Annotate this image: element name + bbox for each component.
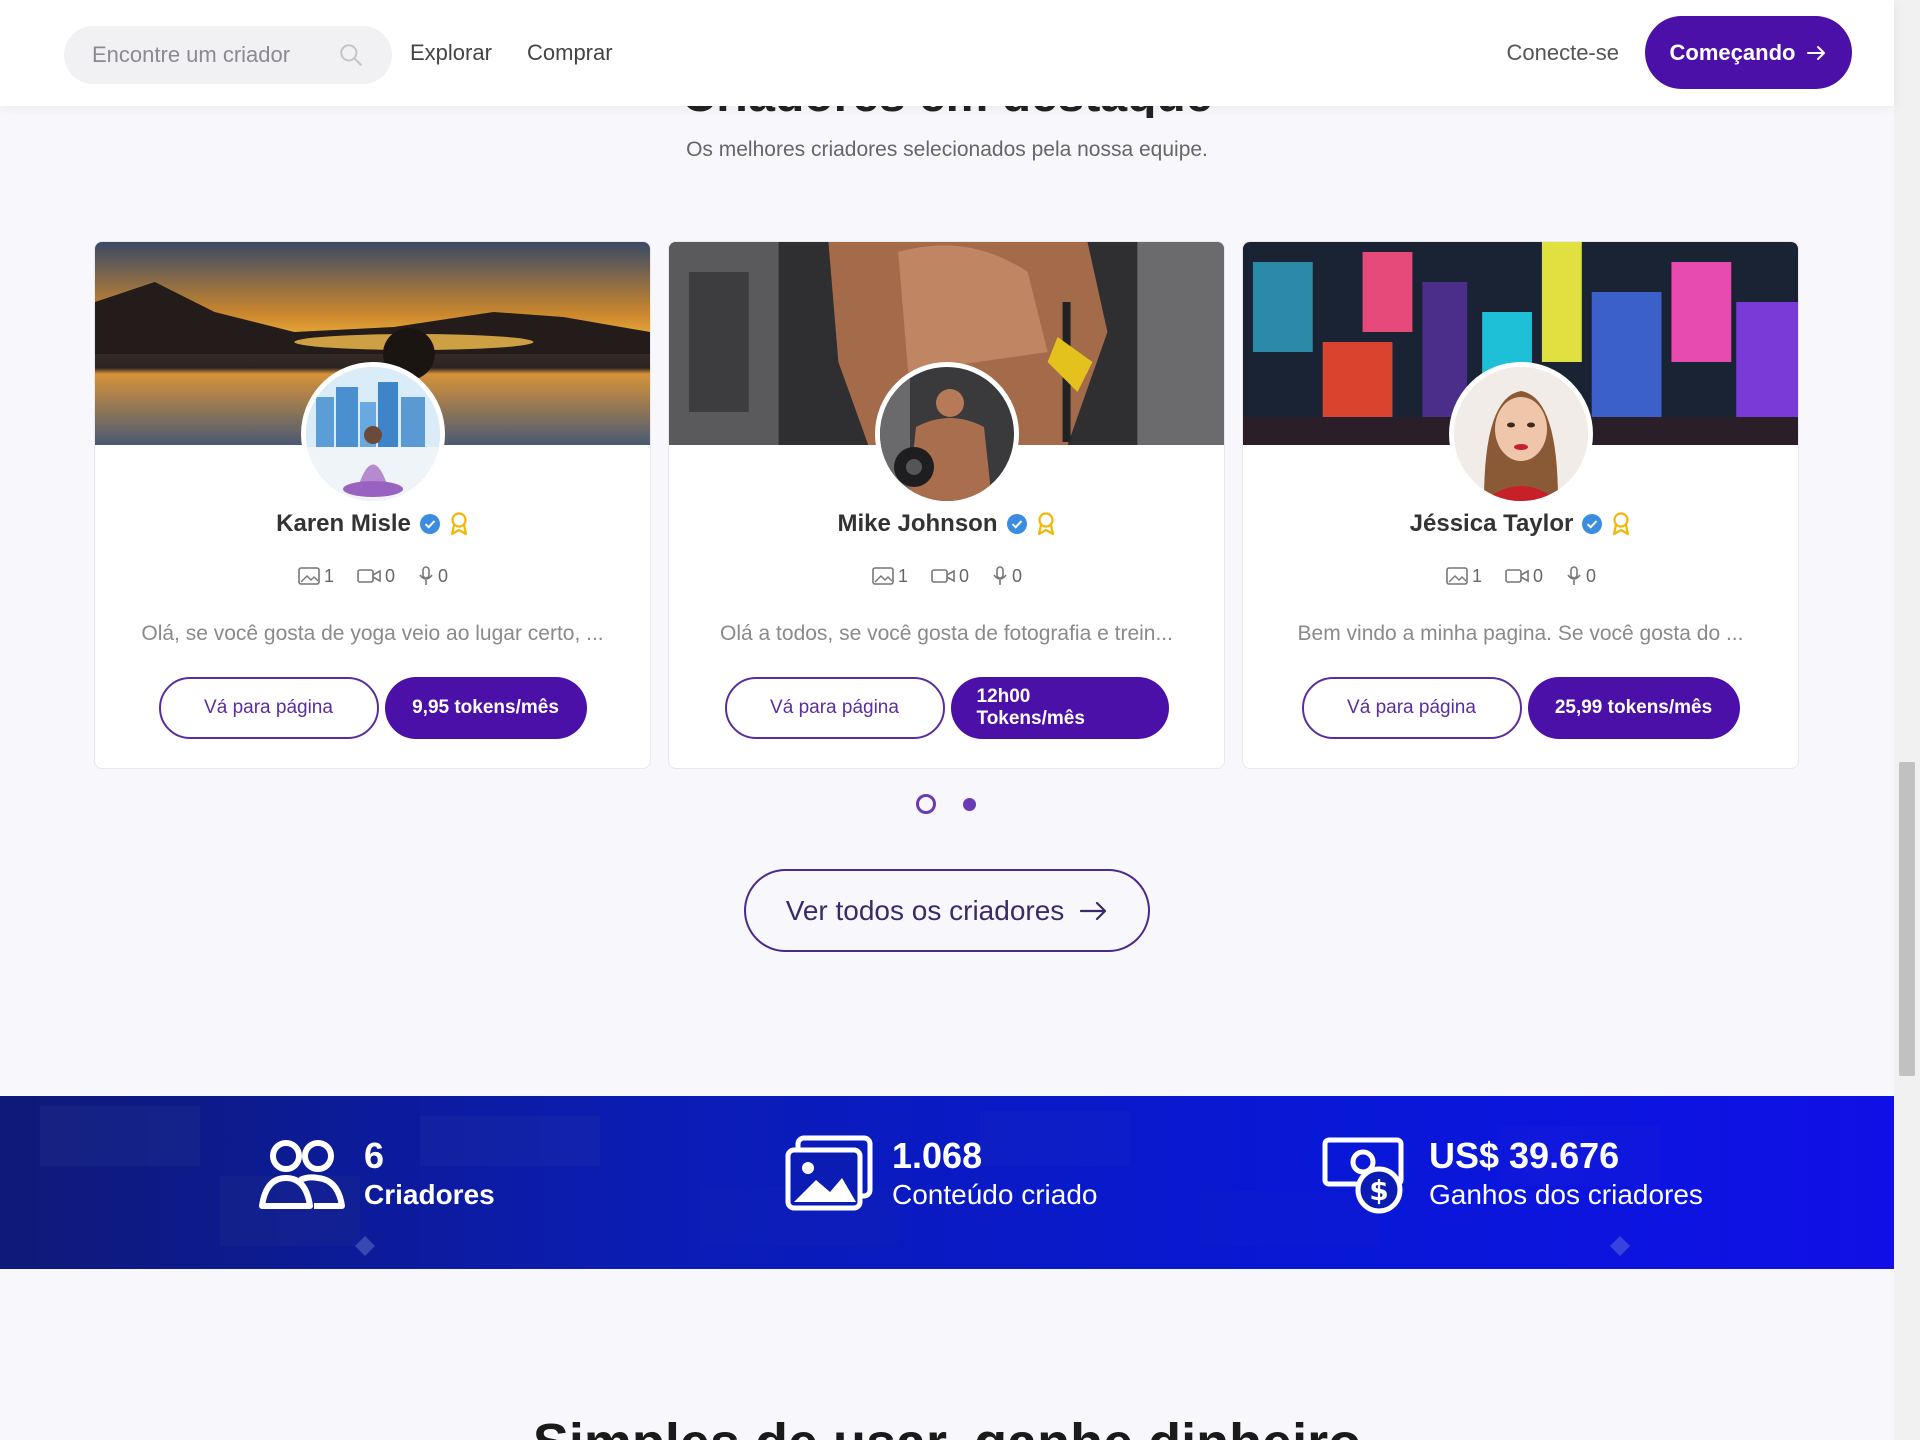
content-count: 1.068 [892,1135,983,1177]
stat-earnings: $ US$ 39.676 Ganhos dos criadores [1321,1134,1703,1214]
video-icon [357,569,381,583]
verified-badge-icon [1006,514,1027,534]
image-icon [298,567,320,585]
audio-count: 0 [417,565,448,587]
creator-card: Jéssica Taylor 1 0 0 Bem vindo a minha p… [1242,241,1799,769]
stat-content: 1.068 Conteúdo criado [784,1134,1097,1214]
image-gallery-icon [785,1135,873,1211]
view-all-label: Ver todos os criadores [785,894,1065,926]
audio-count-value: 0 [438,565,449,586]
creator-description: Olá a todos, se você gosta de fotografia… [720,622,1173,645]
video-count-value: 0 [384,565,395,586]
svg-text:$: $ [1369,1174,1388,1207]
video-count-value: 0 [1532,565,1543,586]
page-scrollbar[interactable] [1894,0,1920,1440]
image-count-value: 1 [1471,565,1482,586]
get-started-label: Começando [1669,39,1796,65]
microphone-icon [419,566,433,585]
creator-name[interactable]: Karen Misle [276,510,411,538]
audio-count: 0 [1565,565,1596,587]
image-count: 1 [871,565,908,587]
money-icon: $ [1322,1137,1404,1214]
users-icon [259,1140,345,1209]
creator-name[interactable]: Mike Johnson [837,510,997,538]
video-icon [1505,569,1529,583]
earnings-value: US$ 39.676 [1429,1135,1620,1177]
go-to-page-button[interactable]: Vá para página [1301,677,1522,739]
section-heading-clip: Criadores em destaque [0,106,1894,118]
audio-count-value: 0 [1586,565,1597,586]
go-to-page-button[interactable]: Vá para página [158,677,379,739]
next-section-heading: Simples de usar, ganhe dinheiro [0,1412,1894,1440]
search-input[interactable]: Encontre um criador [92,42,338,68]
avatar[interactable] [1448,362,1593,506]
section-subtitle: Os melhores criadores selecionados pela … [686,138,1208,161]
site-header: Encontre um criador Explorar Comprar Con… [0,0,1894,106]
video-count: 0 [356,565,395,587]
creator-card: Karen Misle 1 0 0 Olá, se você gosta de … [94,241,651,769]
avatar[interactable] [874,362,1019,506]
arrow-right-icon [1807,45,1826,60]
earnings-label: Ganhos dos criadores [1429,1178,1703,1210]
search-icon[interactable] [338,42,364,68]
video-count: 0 [1504,565,1543,587]
view-all-creators-button[interactable]: Ver todos os criadores [744,869,1150,952]
creator-name[interactable]: Jéssica Taylor [1410,510,1574,538]
microphone-icon [993,566,1007,585]
image-icon [1446,567,1468,585]
image-count-value: 1 [897,565,908,586]
get-started-button[interactable]: Começando [1645,16,1852,89]
nav-buy[interactable]: Comprar [527,40,613,66]
stats-band: 6 Criadores 1.068 Conteúdo criado $ US$ … [0,1096,1894,1269]
nav-explore[interactable]: Explorar [410,40,492,66]
section-heading: Criadores em destaque [0,106,1894,118]
carousel-dot-2[interactable] [963,798,976,811]
image-icon [872,567,894,585]
image-count-value: 1 [323,565,334,586]
subscribe-price-button[interactable]: 12h00 Tokens/mês [950,677,1169,739]
subscribe-price-button[interactable]: 9,95 tokens/mês [384,677,587,739]
content-label: Conteúdo criado [892,1178,1098,1210]
subscribe-price-button[interactable]: 25,99 tokens/mês [1527,677,1740,739]
award-icon [1613,512,1630,536]
creators-count: 6 [364,1135,385,1177]
creator-description: Bem vindo a minha pagina. Se você gosta … [1297,622,1744,645]
creators-label: Criadores [364,1178,495,1210]
image-count: 1 [297,565,334,587]
go-to-page-button[interactable]: Vá para página [724,677,945,739]
verified-badge-icon [419,514,440,534]
stat-creators: 6 Criadores [256,1134,495,1214]
creator-description: Olá, se você gosta de yoga veio ao lugar… [141,622,604,645]
audio-count-value: 0 [1012,565,1023,586]
creator-search[interactable]: Encontre um criador [64,26,392,84]
image-count: 1 [1445,565,1482,587]
scrollbar-thumb[interactable] [1899,762,1915,1076]
award-icon [450,512,467,536]
video-count: 0 [930,565,969,587]
avatar[interactable] [300,362,445,506]
video-count-value: 0 [958,565,969,586]
next-section-heading-clip: Simples de usar, ganhe dinheiro [0,1412,1894,1440]
carousel-dot-1[interactable] [916,794,936,814]
avatar-image [1453,367,1588,501]
avatar-image [879,367,1014,501]
arrow-right-icon [1080,901,1107,920]
audio-count: 0 [991,565,1022,587]
login-link[interactable]: Conecte-se [1506,40,1619,66]
verified-badge-icon [1582,514,1603,534]
creator-card: Mike Johnson 1 0 0 Olá a todos, se você … [668,241,1225,769]
avatar-image [305,367,440,501]
video-icon [931,569,955,583]
microphone-icon [1567,566,1581,585]
award-icon [1037,512,1054,536]
